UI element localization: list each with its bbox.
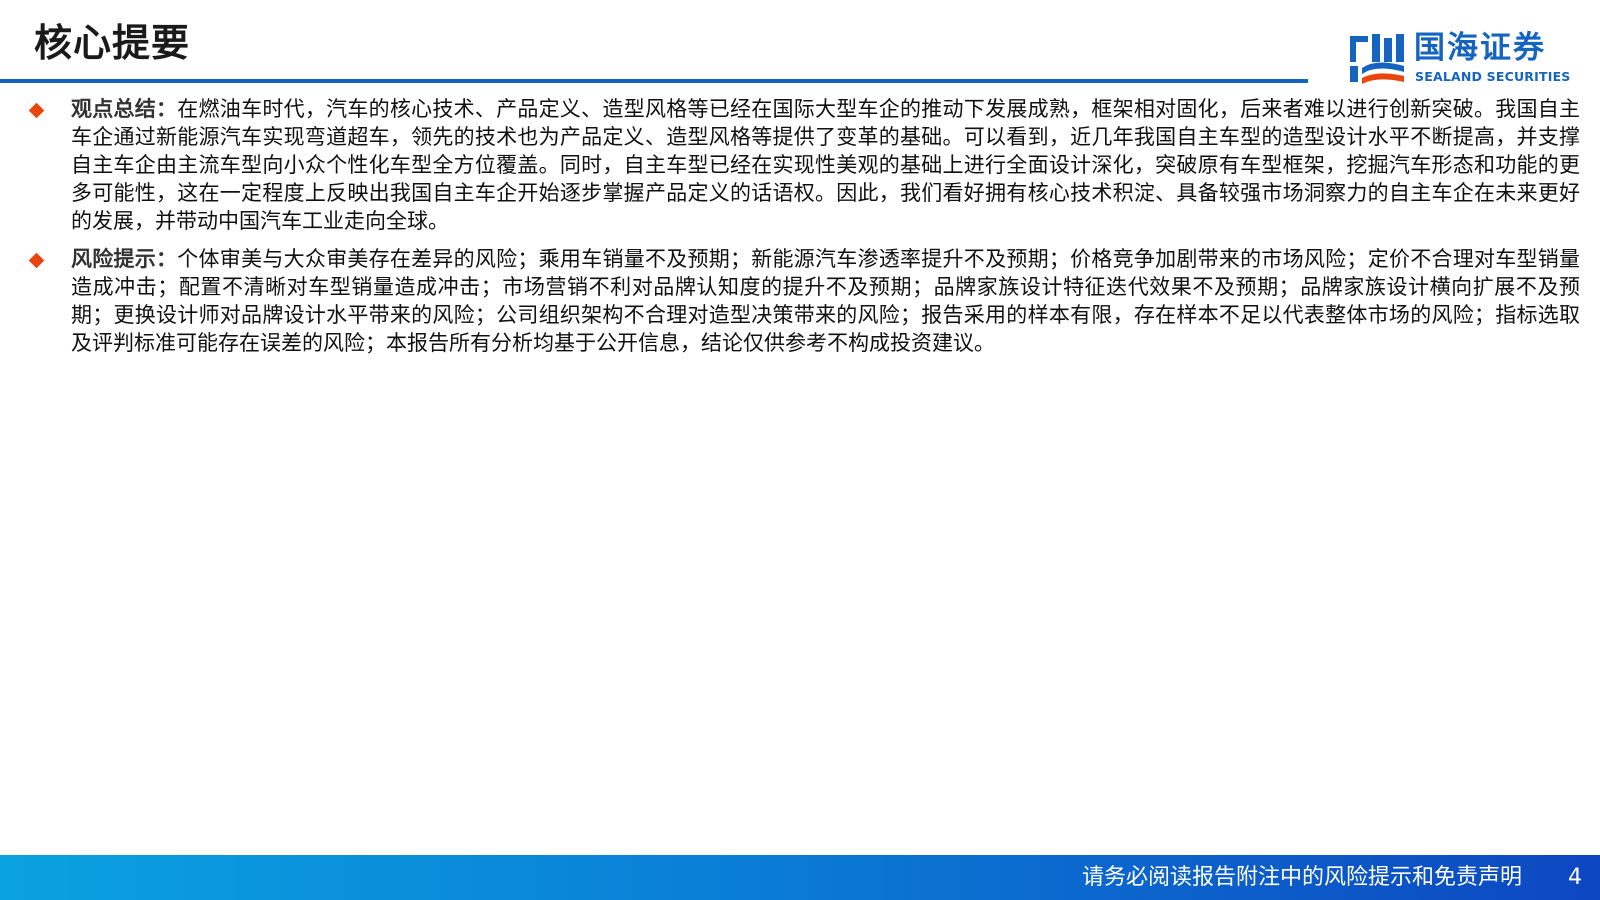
footer-bar: 请务必阅读报告附注中的风险提示和免责声明 4	[0, 855, 1600, 900]
bullet-risk: 风险提示：个体审美与大众审美存在差异的风险；乘用车销量不及预期；新能源汽车渗透率…	[28, 245, 1580, 357]
footer-disclaimer: 请务必阅读报告附注中的风险提示和免责声明	[1081, 865, 1522, 890]
sealand-logo-icon	[1350, 34, 1404, 84]
diamond-bullet-icon	[28, 252, 45, 269]
diamond-bullet-icon	[28, 102, 45, 119]
bullet-text: 在燃油车时代，汽车的核心技术、产品定义、造型风格等已经在国际大型车企的推动下发展…	[71, 97, 1581, 233]
page-title: 核心提要	[34, 21, 191, 65]
bullet-label: 观点总结：	[71, 97, 178, 121]
bullet-label: 风险提示：	[71, 247, 178, 271]
bullet-summary: 观点总结：在燃油车时代，汽车的核心技术、产品定义、造型风格等已经在国际大型车企的…	[28, 95, 1580, 235]
page-number: 4	[1568, 865, 1582, 890]
company-logo: 国海证券 SEALAND SECURITIES	[1346, 30, 1570, 88]
bullet-text: 个体审美与大众审美存在差异的风险；乘用车销量不及预期；新能源汽车渗透率提升不及预…	[71, 247, 1581, 355]
summary-content: 观点总结：在燃油车时代，汽车的核心技术、产品定义、造型风格等已经在国际大型车企的…	[28, 95, 1580, 367]
header-divider	[0, 79, 1308, 83]
logo-name-en: SEALAND SECURITIES	[1415, 69, 1571, 84]
logo-name-cn: 国海证券	[1414, 30, 1546, 66]
bullet-paragraph: 观点总结：在燃油车时代，汽车的核心技术、产品定义、造型风格等已经在国际大型车企的…	[71, 95, 1580, 235]
bullet-paragraph: 风险提示：个体审美与大众审美存在差异的风险；乘用车销量不及预期；新能源汽车渗透率…	[71, 245, 1580, 357]
